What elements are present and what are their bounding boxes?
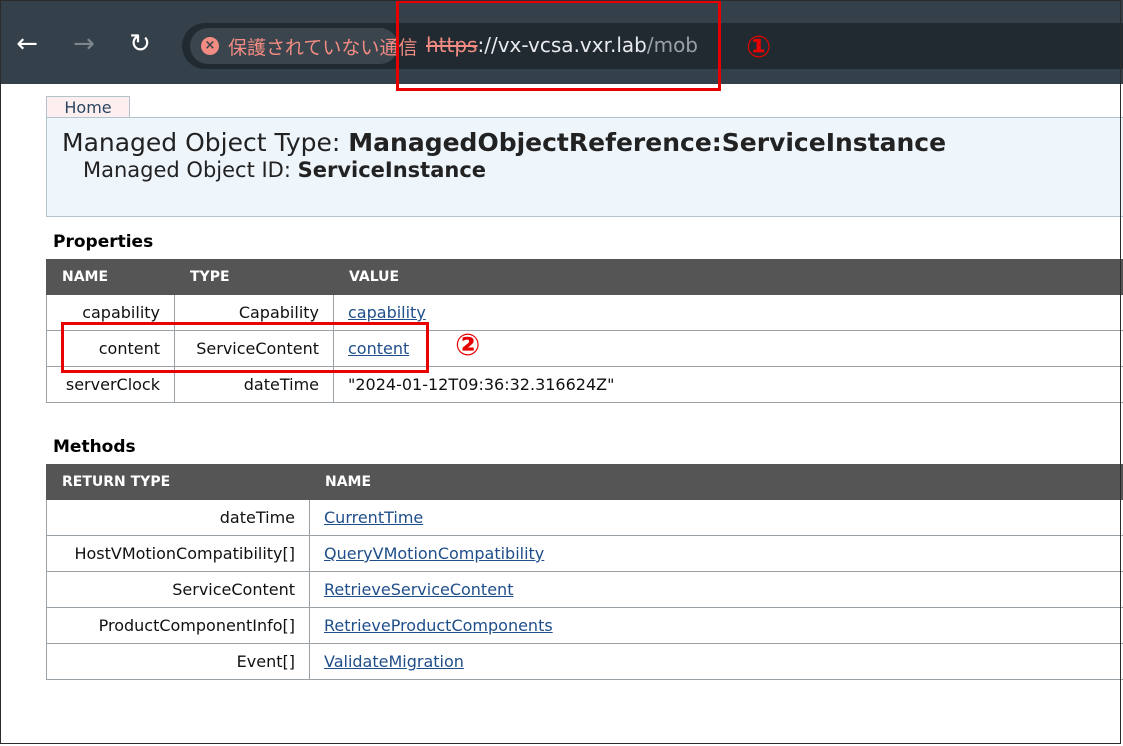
mo-id-label: Managed Object ID: [83,158,298,182]
methods-title: Methods [53,437,136,457]
method-return-type: HostVMotionCompatibility[] [46,535,310,572]
forward-arrow-icon[interactable]: → [66,26,102,62]
table-row: ProductComponentInfo[] RetrieveProductCo… [46,607,1123,644]
annotation-box-1 [396,0,721,91]
method-link[interactable]: QueryVMotionCompatibility [324,544,544,563]
method-link[interactable]: RetrieveProductComponents [324,616,553,635]
table-row: dateTime CurrentTime [46,499,1123,536]
method-return-type: Event[] [46,643,310,680]
method-return-type: ProductComponentInfo[] [46,607,310,644]
property-value: "2024-01-12T09:36:32.316624Z" [333,366,1123,403]
back-arrow-icon[interactable]: ← [9,26,45,62]
method-return-type: dateTime [46,499,310,536]
security-warning-text: 保護されていない通信 [228,37,418,59]
method-link[interactable]: CurrentTime [324,508,423,527]
col-header-method-name: NAME [309,464,1123,500]
reload-icon[interactable]: ↻ [122,26,158,62]
mo-type-label: Managed Object Type: [62,128,349,157]
col-header-name: NAME [46,259,175,295]
methods-header-row: RETURN TYPE NAME [46,464,1123,500]
method-link[interactable]: RetrieveServiceContent [324,580,513,599]
table-row: HostVMotionCompatibility[] QueryVMotionC… [46,535,1123,572]
table-row: ServiceContent RetrieveServiceContent [46,571,1123,608]
warning-x-icon: × [201,37,219,55]
property-value-link[interactable]: capability [348,303,426,322]
methods-table: RETURN TYPE NAME dateTime CurrentTime Ho… [46,464,1123,680]
annotation-number-2: ② [455,328,481,363]
properties-header-row: NAME TYPE VALUE [46,259,1123,295]
mo-id-value: ServiceInstance [297,158,487,182]
properties-title: Properties [53,232,154,252]
table-row: Event[] ValidateMigration [46,643,1123,680]
mo-id-line: Managed Object ID: ServiceInstance [83,158,486,182]
home-tab[interactable]: Home [46,96,130,117]
col-header-value: VALUE [333,259,1123,295]
method-link[interactable]: ValidateMigration [324,652,464,671]
annotation-number-1: ① [746,30,772,65]
mo-type-value: ManagedObjectReference:ServiceInstance [348,128,947,157]
col-header-type: TYPE [174,259,334,295]
mo-type-line: Managed Object Type: ManagedObjectRefere… [62,128,946,157]
col-header-return-type: RETURN TYPE [46,464,310,500]
method-return-type: ServiceContent [46,571,310,608]
annotation-box-2 [61,322,429,373]
object-header: Managed Object Type: ManagedObjectRefere… [46,117,1123,217]
